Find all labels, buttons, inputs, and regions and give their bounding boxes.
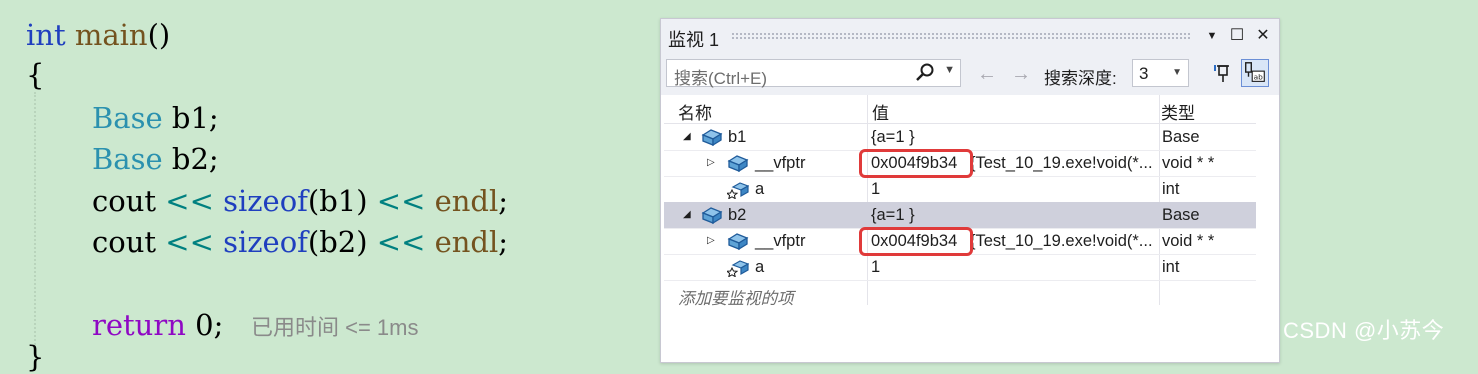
close-button[interactable]: ✕ [1252,25,1274,47]
row-type: void * * [1162,232,1215,250]
object-icon [701,207,723,225]
search-depth-label: 搜索深度: [1044,69,1117,88]
code-line-3: Base b1; [92,101,219,135]
watch-window: 监视 1 ▼ ☐ ✕ 搜索(Ctrl+E) ▼ ← → 搜索深度: 3 ▼ ab… [660,18,1280,363]
code-line-4: Base b2; [92,142,219,176]
row-name: __vfptr [755,154,806,172]
watch-titlebar[interactable]: 监视 1 ▼ ☐ ✕ [661,19,1279,55]
elapsed-time-hint: 已用时间 <= 1ms [251,315,419,340]
collapse-triangle-icon[interactable]: ◢ [683,209,691,220]
forward-arrow-icon[interactable]: → [1011,63,1031,86]
svg-text:ab: ab [1254,73,1264,82]
object-icon [701,129,723,147]
field-icon [727,182,749,199]
back-arrow-icon[interactable]: ← [977,63,997,86]
highlight-annotation [859,149,973,178]
field-icon [727,260,749,277]
search-depth-value: 3 [1139,64,1149,83]
row-value-detail: {Test_10_19.exe!void(*... [970,232,1153,250]
chevron-down-icon[interactable]: ▼ [944,64,955,76]
watch-toolbar: 搜索(Ctrl+E) ▼ ← → 搜索深度: 3 ▼ ab [661,55,1279,95]
table-row[interactable]: a 1 int [664,254,1256,281]
row-type: Base [1162,206,1200,224]
row-value: 1 [871,258,881,276]
search-depth-select[interactable]: 3 ▼ [1132,59,1189,87]
row-name: b2 [728,206,747,224]
table-row[interactable]: ◢ b1 {a=1 } Base [664,124,1256,151]
maximize-button[interactable]: ☐ [1226,25,1248,47]
hex-display-icon[interactable]: ab [1241,59,1269,87]
add-watch-placeholder[interactable]: 添加要监视的项 [678,285,794,309]
column-header-type[interactable]: 类型 [1161,99,1195,124]
code-line-7: return 0; 已用时间 <= 1ms [92,308,419,342]
code-line-8: } [26,340,45,374]
column-header-value[interactable]: 值 [872,99,889,124]
drag-grip[interactable] [731,32,1191,40]
grid-header: 名称 值 类型 [664,95,1256,124]
expand-triangle-icon[interactable]: ▷ [707,157,715,168]
table-row-selected[interactable]: ◢ b2 {a=1 } Base [664,202,1256,229]
code-line-1: int main() [26,18,171,52]
row-type: void * * [1162,154,1215,172]
row-value: 1 [871,180,881,198]
collapse-triangle-icon[interactable]: ◢ [683,131,691,142]
search-icon[interactable] [914,62,936,84]
object-icon [727,233,749,251]
window-menu-button[interactable]: ▼ [1201,25,1223,47]
object-icon [727,155,749,173]
row-name: a [755,180,765,198]
row-name: b1 [728,128,747,146]
code-line-6: cout << sizeof(b2) << endl; [92,225,509,259]
row-name: a [755,258,765,276]
row-value: {a=1 } [871,206,915,224]
row-type: Base [1162,128,1200,146]
code-editor[interactable]: int main() { Base b1; Base b2; cout << s… [0,0,660,374]
code-line-2: { [26,58,45,92]
row-value: {a=1 } [871,128,915,146]
watermark: CSDN @小苏今 [1283,318,1445,343]
code-line-5: cout << sizeof(b1) << endl; [92,184,509,218]
watch-title: 监视 1 [668,30,720,50]
row-name: __vfptr [755,232,806,250]
row-type: int [1162,258,1180,276]
expand-triangle-icon[interactable]: ▷ [707,235,715,246]
row-value-detail: {Test_10_19.exe!void(*... [970,154,1153,172]
table-row[interactable]: a 1 int [664,176,1256,203]
row-type: int [1162,180,1180,198]
search-input[interactable]: 搜索(Ctrl+E) ▼ [666,59,961,88]
highlight-annotation [859,227,973,256]
add-watch-row[interactable]: 添加要监视的项 [664,280,1256,309]
pin-icon[interactable] [1207,59,1235,87]
chevron-down-icon: ▼ [1172,67,1182,78]
indent-guide [34,92,36,352]
column-header-name[interactable]: 名称 [678,99,712,124]
search-placeholder: 搜索(Ctrl+E) [674,69,768,88]
